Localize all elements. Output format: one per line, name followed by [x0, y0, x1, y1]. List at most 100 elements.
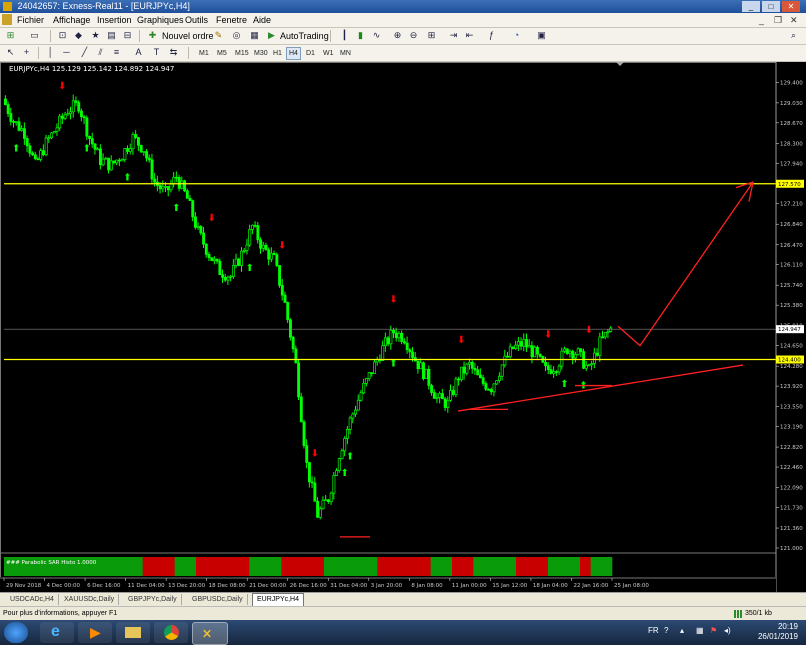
- navigator-icon[interactable]: ★: [89, 29, 102, 42]
- cursor-icon[interactable]: ↖: [4, 46, 17, 59]
- tester-icon[interactable]: ⊟: [121, 29, 134, 42]
- chrome-icon[interactable]: [154, 622, 188, 643]
- vertical-line-icon[interactable]: │: [44, 46, 57, 59]
- arrow-tray-icon[interactable]: ▴: [680, 626, 684, 635]
- ie-icon[interactable]: e: [40, 622, 74, 643]
- candle-body: [270, 253, 273, 260]
- timeframe-h4[interactable]: H4: [286, 47, 301, 60]
- explorer-icon[interactable]: [116, 622, 150, 643]
- auto-scroll-icon[interactable]: ⇥: [447, 29, 460, 42]
- tab-eurjpy[interactable]: EURJPYc,H4: [252, 593, 305, 607]
- trendline-icon[interactable]: ╱: [78, 46, 91, 59]
- line-chart-icon[interactable]: ∿: [370, 29, 383, 42]
- bar-chart-icon[interactable]: ┃: [338, 29, 351, 42]
- menu-affichage[interactable]: Affichage: [53, 14, 90, 26]
- child-restore-button[interactable]: ❐: [774, 14, 782, 26]
- tab-xauusd[interactable]: XAUUSDc,Daily: [60, 594, 120, 605]
- chart-shift-icon[interactable]: ⇤: [463, 29, 476, 42]
- minimize-button[interactable]: _: [742, 1, 760, 12]
- flag-tray-icon[interactable]: ⚑: [710, 626, 717, 635]
- new-chart-icon[interactable]: ⊞: [4, 29, 17, 42]
- candle-body: [487, 388, 491, 391]
- channel-icon[interactable]: ⫽: [94, 46, 107, 59]
- tab-gbpjpy[interactable]: GBPJPYc,Daily: [124, 594, 182, 605]
- tab-gbpusd[interactable]: GBPUSDc,Daily: [188, 594, 248, 605]
- timeframe-m5[interactable]: M5: [214, 47, 230, 60]
- maximize-button[interactable]: □: [762, 1, 780, 12]
- menu-insertion[interactable]: Insertion: [97, 14, 132, 26]
- fibonacci-icon[interactable]: ≡: [110, 46, 123, 59]
- timeframe-h1[interactable]: H1: [270, 47, 285, 60]
- new-order-button[interactable]: Nouvel ordre: [162, 30, 214, 42]
- candle-body: [587, 364, 591, 367]
- mt4-taskbar-icon[interactable]: ⨯: [192, 622, 228, 645]
- data-window-icon[interactable]: ◆: [72, 29, 85, 42]
- candle-body: [346, 429, 349, 439]
- sar-histogram-bar: [174, 557, 186, 576]
- candle-body: [546, 365, 550, 370]
- time-tick-label: 25 Jan 08:00: [614, 583, 649, 589]
- sar-histogram-bar: [217, 557, 229, 576]
- sar-histogram-bar: [185, 557, 197, 576]
- sar-histogram-bar: [302, 557, 314, 576]
- periods-icon[interactable]: ◔: [510, 29, 523, 42]
- templates-icon[interactable]: ▣: [535, 29, 548, 42]
- language-indicator[interactable]: FR: [648, 626, 659, 635]
- menu-fichier[interactable]: Fichier: [17, 14, 44, 26]
- horizontal-line-icon[interactable]: ─: [60, 46, 73, 59]
- help-tray-icon[interactable]: ?: [664, 626, 668, 635]
- menu-outils[interactable]: Outils: [185, 14, 208, 26]
- buy-arrow-icon: ⬆: [346, 451, 354, 462]
- menu-graphiques[interactable]: Graphiques: [137, 14, 184, 26]
- timeframe-d1[interactable]: D1: [303, 47, 318, 60]
- options-icon[interactable]: ◎: [230, 29, 243, 42]
- child-close-button[interactable]: ✕: [790, 14, 798, 26]
- zoom-out-icon[interactable]: ⊖: [407, 29, 420, 42]
- new-order-icon[interactable]: ✚: [146, 29, 159, 42]
- autotrading-icon[interactable]: ▶: [265, 29, 278, 42]
- taskbar-clock[interactable]: 20:19 26/01/2019: [758, 622, 798, 642]
- arrows-icon[interactable]: ⇆: [167, 46, 180, 59]
- price-chart[interactable]: ⬆⬆⬆⬆⬆⬆⬆⬆⬆⬆⬇⬇⬇⬇⬇⬇⬇⬇ ### Parabolic SAR His…: [0, 62, 806, 593]
- profiles-icon[interactable]: ▭: [28, 29, 41, 42]
- autotrading-button[interactable]: AutoTrading: [280, 30, 329, 42]
- candle-body: [384, 337, 387, 346]
- crosshair-icon[interactable]: +: [20, 46, 33, 59]
- price-tick-label: 126.110: [780, 263, 803, 269]
- child-minimize-button[interactable]: _: [759, 14, 764, 26]
- candle-chart-icon[interactable]: ▮: [354, 29, 367, 42]
- market-watch-icon[interactable]: ⊡: [56, 29, 69, 42]
- media-player-icon[interactable]: ▶: [78, 622, 112, 643]
- tile-windows-icon[interactable]: ⊞: [425, 29, 438, 42]
- candle-body: [58, 115, 62, 129]
- tab-usdcad[interactable]: USDCADc,H4: [6, 594, 59, 605]
- indicators-icon[interactable]: ƒ: [485, 29, 498, 42]
- candle-body: [158, 185, 162, 190]
- candle-body: [131, 134, 135, 150]
- sell-arrow-icon: ⬇: [311, 449, 319, 460]
- windows-taskbar: e ▶ ⨯ FR ? ▴ ▦ ⚑ ◂) 20:19 26/01/2019: [0, 620, 806, 645]
- toolbar-search-icon[interactable]: ⌕: [787, 29, 800, 42]
- terminal-icon[interactable]: ▤: [105, 29, 118, 42]
- sar-histogram-bar: [132, 557, 143, 576]
- close-button[interactable]: ✕: [782, 1, 800, 12]
- timeframe-m15[interactable]: M15: [232, 47, 252, 60]
- text-tool-icon[interactable]: A: [132, 46, 145, 59]
- candle-body: [80, 110, 83, 118]
- metaeditor-icon[interactable]: ✎: [212, 29, 225, 42]
- timeframe-m1[interactable]: M1: [196, 47, 212, 60]
- sar-histogram-bar: [281, 557, 293, 576]
- chart-tabs: USDCADc,H4 XAUUSDc,Daily GBPJPYc,Daily G…: [0, 592, 806, 607]
- candle-body: [101, 158, 105, 166]
- start-button[interactable]: [4, 622, 28, 643]
- timeframe-mn[interactable]: MN: [337, 47, 354, 60]
- network-tray-icon[interactable]: ▦: [696, 626, 704, 635]
- text-label-icon[interactable]: T: [150, 46, 163, 59]
- menu-aide[interactable]: Aide: [253, 14, 271, 26]
- timeframe-m30[interactable]: M30: [251, 47, 271, 60]
- zoom-in-icon[interactable]: ⊕: [391, 29, 404, 42]
- timeframe-w1[interactable]: W1: [320, 47, 337, 60]
- history-icon[interactable]: ▦: [248, 29, 261, 42]
- volume-tray-icon[interactable]: ◂): [724, 626, 731, 635]
- menu-fenetre[interactable]: Fenetre: [216, 14, 247, 26]
